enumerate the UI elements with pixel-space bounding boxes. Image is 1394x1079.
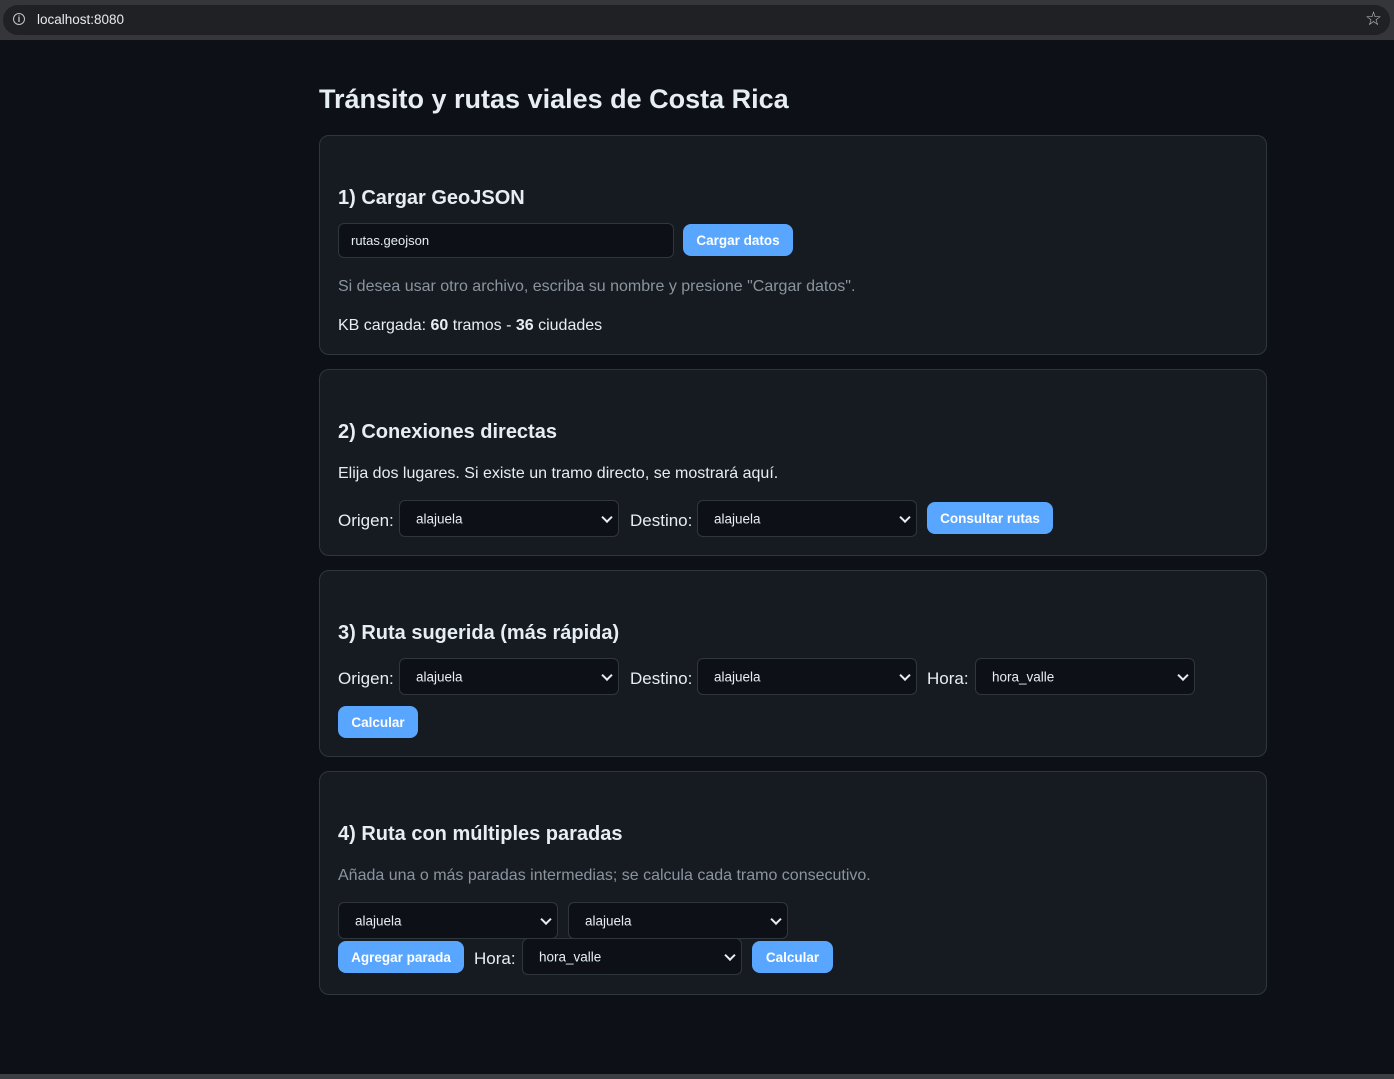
kb-status: KB cargada: 60 tramos - 36 ciudades bbox=[338, 317, 602, 335]
origin-label: Origen: bbox=[338, 669, 394, 688]
window-bottom-edge bbox=[0, 1074, 1394, 1079]
browser-toolbar: i localhost:8080 ☆ bbox=[0, 0, 1394, 40]
card-suggested-route: 3) Ruta sugerida (más rápida) Origen: al… bbox=[319, 570, 1267, 757]
add-stop-button[interactable]: Agregar parada bbox=[338, 941, 464, 973]
destination-label: Destino: bbox=[630, 669, 693, 688]
page-title: Tránsito y rutas viales de Costa Rica bbox=[319, 84, 789, 114]
time-value: hora_valle bbox=[992, 669, 1055, 684]
load-data-button[interactable]: Cargar datos bbox=[683, 224, 793, 256]
time-label: Hora: bbox=[474, 949, 516, 968]
chevron-down-icon bbox=[601, 511, 613, 523]
tramos-label: tramos - bbox=[448, 317, 516, 334]
chevron-down-icon bbox=[770, 913, 782, 925]
time-value: hora_valle bbox=[539, 949, 602, 964]
time-select[interactable]: hora_valle bbox=[522, 938, 742, 975]
url-text[interactable]: localhost:8080 bbox=[37, 12, 124, 27]
origin-select[interactable]: alajuela bbox=[399, 500, 619, 537]
destination-value: alajuela bbox=[714, 511, 761, 526]
calculate-button[interactable]: Calcular bbox=[752, 941, 833, 973]
section-description: Elija dos lugares. Si existe un tramo di… bbox=[338, 465, 779, 482]
time-select[interactable]: hora_valle bbox=[975, 658, 1195, 695]
origin-value: alajuela bbox=[416, 511, 463, 526]
section-heading: 1) Cargar GeoJSON bbox=[338, 187, 525, 209]
bookmark-star-icon[interactable]: ☆ bbox=[1365, 8, 1382, 31]
destination-select[interactable]: alajuela bbox=[697, 500, 917, 537]
load-hint: Si desea usar otro archivo, escriba su n… bbox=[338, 278, 856, 295]
ciudades-label: ciudades bbox=[533, 317, 603, 334]
stop-value: alajuela bbox=[355, 913, 402, 928]
section-description: Añada una o más paradas intermedias; se … bbox=[338, 867, 871, 884]
section-heading: 3) Ruta sugerida (más rápida) bbox=[338, 622, 620, 644]
origin-select[interactable]: alajuela bbox=[399, 658, 619, 695]
time-label: Hora: bbox=[927, 669, 969, 688]
kb-prefix: KB cargada: bbox=[338, 317, 431, 334]
file-name-input[interactable] bbox=[338, 223, 674, 258]
stop-select-2[interactable]: alajuela bbox=[568, 902, 788, 939]
chevron-down-icon bbox=[540, 913, 552, 925]
origin-value: alajuela bbox=[416, 669, 463, 684]
section-heading: 4) Ruta con múltiples paradas bbox=[338, 823, 623, 845]
query-routes-button[interactable]: Consultar rutas bbox=[927, 502, 1053, 534]
destination-select[interactable]: alajuela bbox=[697, 658, 917, 695]
destination-label: Destino: bbox=[630, 511, 693, 530]
stop-value: alajuela bbox=[585, 913, 632, 928]
info-icon[interactable]: i bbox=[13, 13, 25, 25]
tramos-count: 60 bbox=[430, 317, 449, 334]
card-multi-stop-route: 4) Ruta con múltiples paradas Añada una … bbox=[319, 771, 1267, 995]
card-load-geojson: 1) Cargar GeoJSON Cargar datos Si desea … bbox=[319, 135, 1267, 355]
origin-label: Origen: bbox=[338, 511, 394, 530]
chevron-down-icon bbox=[899, 511, 911, 523]
section-heading: 2) Conexiones directas bbox=[338, 421, 557, 443]
address-bar[interactable]: i localhost:8080 ☆ bbox=[3, 5, 1390, 35]
card-direct-connections: 2) Conexiones directas Elija dos lugares… bbox=[319, 369, 1267, 556]
chevron-down-icon bbox=[601, 669, 613, 681]
chevron-down-icon bbox=[899, 669, 911, 681]
ciudades-count: 36 bbox=[515, 317, 534, 334]
stop-select-1[interactable]: alajuela bbox=[338, 902, 558, 939]
calculate-button[interactable]: Calcular bbox=[338, 706, 418, 738]
chevron-down-icon bbox=[1177, 669, 1189, 681]
chevron-down-icon bbox=[724, 949, 736, 961]
destination-value: alajuela bbox=[714, 669, 761, 684]
